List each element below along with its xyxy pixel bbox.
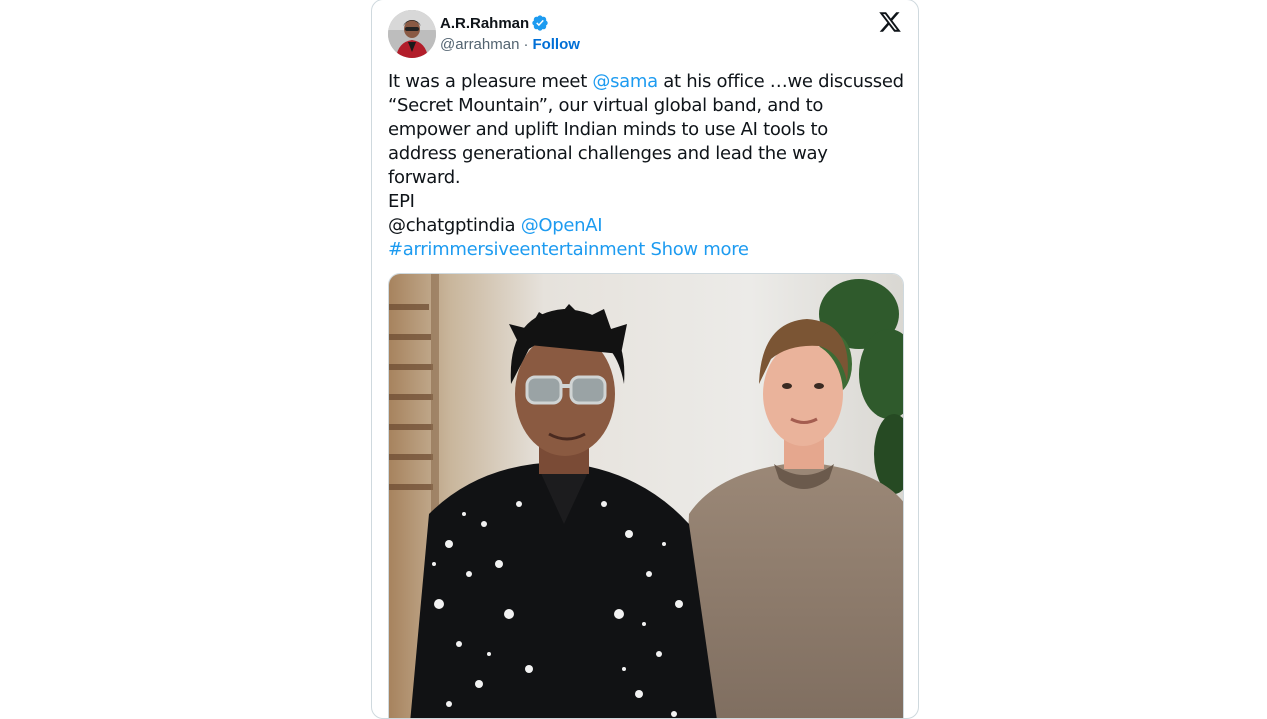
x-logo-icon[interactable] (878, 10, 902, 34)
mention-openai-link[interactable]: @OpenAI (521, 215, 603, 236)
tweet-line: It was a pleasure meet @sama at his offi… (388, 70, 904, 94)
tweet-line: @chatgptindia @OpenAI (388, 214, 904, 238)
show-more-link[interactable]: Show more (650, 239, 749, 260)
author-avatar[interactable] (388, 10, 436, 58)
tweet-photo[interactable] (388, 273, 904, 718)
author-display-name[interactable]: A.R.Rahman (440, 15, 529, 32)
tweet-line: forward. (388, 167, 461, 188)
tweet-text-segment: @chatgptindia (388, 215, 521, 236)
mention-sama-link[interactable]: @sama (592, 71, 658, 92)
verified-badge-icon (531, 14, 549, 32)
tweet-card[interactable]: A.R.Rahman @arrahman · Follow It was a p (371, 0, 919, 719)
tweet-header: A.R.Rahman @arrahman · Follow (388, 10, 902, 58)
author-handle[interactable]: @arrahman (440, 36, 519, 53)
separator-dot: · (523, 35, 529, 53)
tweet-line: empower and uplift Indian minds to use A… (388, 119, 828, 140)
hashtag-link[interactable]: #arrimmersiveentertainment (388, 239, 645, 260)
meta-row: @arrahman · Follow (440, 34, 580, 54)
tweet-text: It was a pleasure meet @sama at his offi… (388, 70, 904, 262)
tweet-line: #arrimmersiveentertainment Show more (388, 238, 904, 262)
tweet-line: “Secret Mountain”, our virtual global ba… (388, 95, 824, 116)
tweet-line: address generational challenges and lead… (388, 143, 828, 164)
tweet-line: EPI (388, 191, 415, 212)
tweet-text-segment: at his office …we discussed (657, 71, 904, 92)
name-row: A.R.Rahman (440, 13, 580, 33)
author-info: A.R.Rahman @arrahman · Follow (440, 13, 580, 54)
follow-button[interactable]: Follow (532, 36, 580, 53)
photo-two-men (389, 274, 903, 718)
tweet-text-segment: It was a pleasure meet (388, 71, 593, 92)
